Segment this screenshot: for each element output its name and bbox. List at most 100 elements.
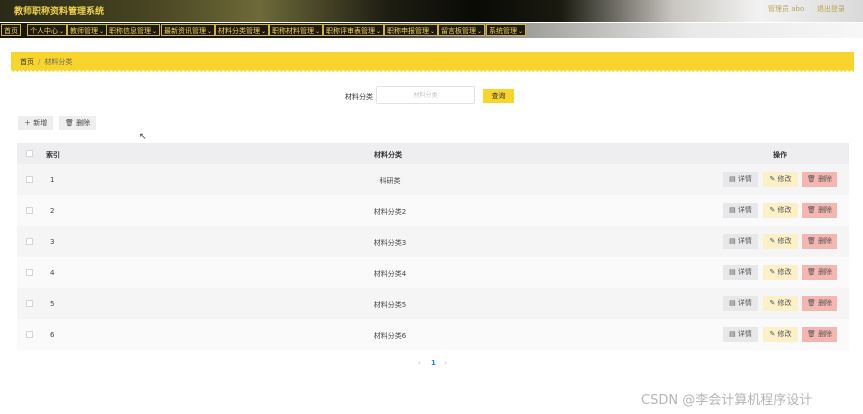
row-index: 3	[50, 238, 55, 246]
nav-item-news[interactable]: 最新资讯管理⌄	[161, 24, 216, 36]
row-category: 材料分类4	[373, 270, 407, 278]
row-index: 6	[50, 331, 55, 339]
detail-button[interactable]: ▤ 详情	[723, 203, 758, 218]
logout-link[interactable]: 退出登录	[817, 4, 845, 14]
app-title: 教师职称资料管理系统	[14, 7, 105, 17]
edit-button[interactable]: ✎ 修改	[763, 234, 798, 249]
watermark: CSDN @李会计算机程序设计	[641, 393, 813, 408]
row-checkbox[interactable]	[26, 176, 33, 183]
delete-button[interactable]: 🗑 删除	[802, 234, 837, 249]
pencil-icon: ✎	[769, 206, 776, 214]
trash-icon: 🗑	[806, 237, 816, 245]
chevron-down-icon: ⌄	[376, 28, 382, 35]
document-icon: ▤	[729, 330, 736, 338]
trash-icon: 🗑	[806, 330, 816, 338]
chevron-down-icon: ⌄	[207, 28, 213, 35]
search-label: 材料分类	[345, 93, 373, 101]
app-header: 教师职称资料管理系统 管理员 abo 退出登录	[0, 0, 863, 22]
row-index: 1	[50, 176, 55, 184]
breadcrumb-separator: /	[38, 58, 41, 66]
pagination-next[interactable]: ›	[444, 359, 447, 367]
nav-item-home[interactable]: 首页	[1, 24, 21, 36]
row-category: 材料分类6	[373, 332, 407, 340]
edit-button[interactable]: ✎ 修改	[763, 327, 798, 342]
search-button[interactable]: 查询	[483, 89, 514, 103]
nav-item-message-board[interactable]: 留言板管理⌄	[438, 24, 486, 36]
pencil-icon: ✎	[769, 299, 776, 307]
detail-button[interactable]: ▤ 详情	[723, 327, 758, 342]
pagination-current[interactable]: 1	[431, 359, 436, 367]
nav-item-system[interactable]: 系统管理⌄	[486, 24, 527, 36]
edit-button[interactable]: ✎ 修改	[763, 172, 798, 187]
chevron-down-icon: ⌄	[152, 28, 158, 35]
pagination-prev[interactable]: ‹	[418, 359, 421, 367]
nav-item-application[interactable]: 职称申报管理⌄	[384, 24, 439, 36]
row-checkbox[interactable]	[26, 331, 33, 338]
delete-button[interactable]: 🗑 删除	[802, 172, 837, 187]
row-checkbox[interactable]	[26, 269, 33, 276]
column-header-index: 索引	[46, 151, 60, 159]
row-checkbox[interactable]	[26, 207, 33, 214]
detail-button[interactable]: ▤ 详情	[723, 172, 758, 187]
nav-item-review-form[interactable]: 职称评审表管理⌄	[323, 24, 385, 36]
trash-icon: 🗑	[806, 175, 816, 183]
pencil-icon: ✎	[769, 330, 776, 338]
search-input[interactable]	[376, 86, 475, 104]
row-checkbox[interactable]	[26, 238, 33, 245]
chevron-down-icon: ⌄	[477, 28, 483, 35]
row-index: 4	[50, 269, 55, 277]
select-all-checkbox[interactable]	[26, 150, 33, 157]
row-checkbox[interactable]	[26, 300, 33, 307]
edit-button[interactable]: ✎ 修改	[763, 203, 798, 218]
add-button[interactable]: ＋ 新增	[18, 116, 54, 130]
document-icon: ▤	[729, 299, 736, 307]
row-category: 材料分类3	[373, 239, 407, 247]
column-header-actions: 操作	[773, 151, 787, 159]
nav-item-profile[interactable]: 个人中心⌄	[27, 24, 68, 36]
row-index: 2	[50, 207, 55, 215]
breadcrumb-current: 材料分类	[44, 58, 73, 66]
delete-button[interactable]: 🗑 删除	[802, 203, 837, 218]
delete-button[interactable]: 🗑 删除	[802, 296, 837, 311]
trash-icon: 🗑	[806, 206, 816, 214]
detail-button[interactable]: ▤ 详情	[723, 265, 758, 280]
chevron-down-icon: ⌄	[430, 28, 436, 35]
trash-icon: 🗑	[806, 268, 816, 276]
main-nav: 首页 个人中心⌄ 教师管理⌄ 职称信息管理⌄ 最新资讯管理⌄ 材料分类管理⌄ 职…	[0, 23, 863, 38]
row-index: 5	[50, 300, 55, 308]
breadcrumb-home[interactable]: 首页	[20, 58, 34, 66]
detail-button[interactable]: ▤ 详情	[723, 296, 758, 311]
breadcrumb-zigzag	[11, 70, 854, 74]
nav-item-title-material[interactable]: 职称材料管理⌄	[269, 24, 324, 36]
trash-icon: 🗑	[65, 119, 74, 127]
document-icon: ▤	[729, 268, 736, 276]
delete-button[interactable]: 🗑 删除	[802, 327, 837, 342]
detail-button[interactable]: ▤ 详情	[723, 234, 758, 249]
nav-item-teachers[interactable]: 教师管理⌄	[67, 24, 108, 36]
column-header-category: 材料分类	[374, 151, 402, 159]
mouse-cursor-icon: ↖	[139, 132, 147, 142]
delete-button[interactable]: 🗑 删除	[802, 265, 837, 280]
row-category: 材料分类5	[373, 301, 407, 309]
document-icon: ▤	[729, 206, 736, 214]
edit-button[interactable]: ✎ 修改	[763, 265, 798, 280]
trash-icon: 🗑	[806, 299, 816, 307]
document-icon: ▤	[729, 175, 736, 183]
nav-item-material-category[interactable]: 材料分类管理⌄	[215, 24, 270, 36]
breadcrumb: 首页 / 材料分类	[20, 57, 72, 67]
plus-icon: ＋	[24, 119, 31, 127]
table-header	[17, 143, 849, 164]
chevron-down-icon: ⌄	[315, 28, 321, 35]
pencil-icon: ✎	[769, 268, 776, 276]
batch-delete-button[interactable]: 🗑 删除	[59, 116, 97, 130]
breadcrumb-bar	[11, 52, 854, 70]
edit-button[interactable]: ✎ 修改	[763, 296, 798, 311]
chevron-down-icon: ⌄	[261, 28, 267, 35]
chevron-down-icon: ⌄	[99, 28, 105, 35]
chevron-down-icon: ⌄	[59, 28, 65, 35]
nav-item-title-info[interactable]: 职称信息管理⌄	[106, 24, 161, 36]
document-icon: ▤	[729, 237, 736, 245]
pencil-icon: ✎	[769, 237, 776, 245]
chevron-down-icon: ⌄	[518, 28, 524, 35]
pencil-icon: ✎	[769, 175, 776, 183]
